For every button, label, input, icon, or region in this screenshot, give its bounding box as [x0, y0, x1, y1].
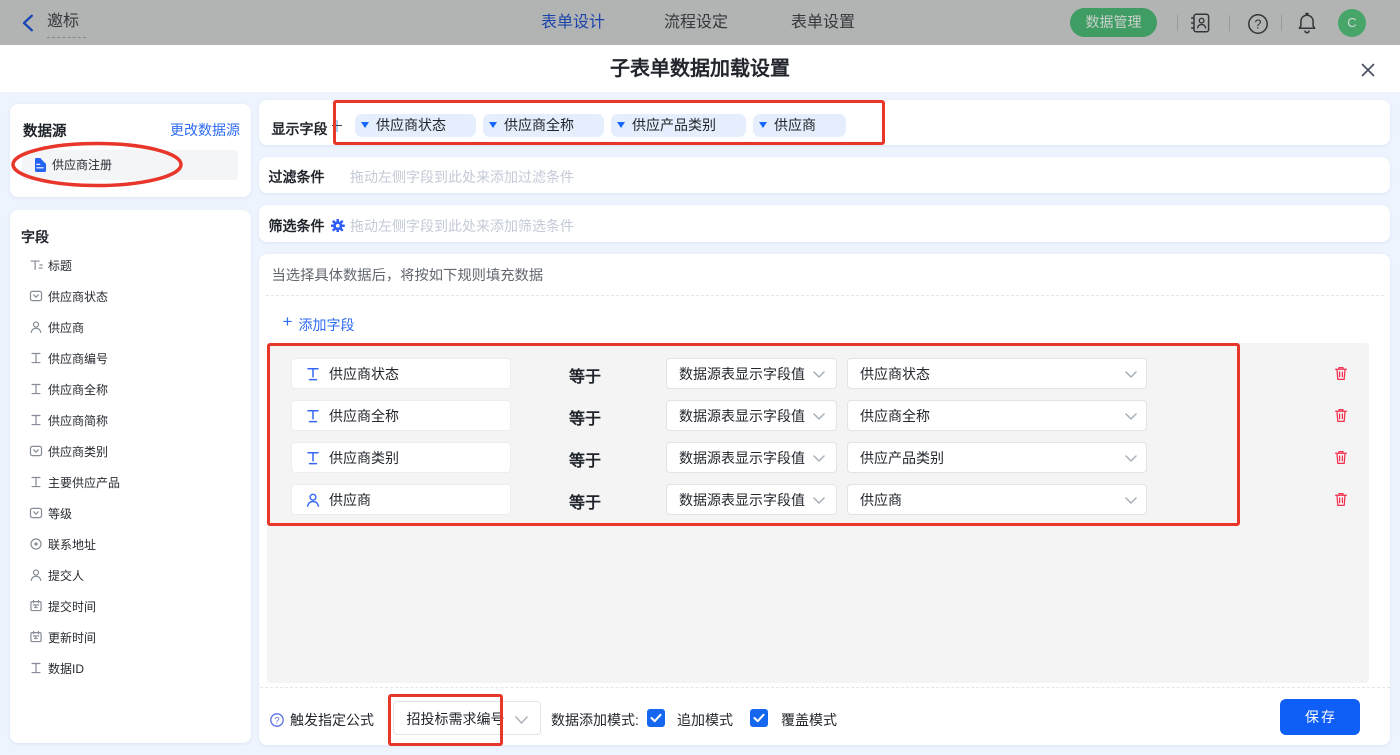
- svg-text:?: ?: [1255, 17, 1262, 31]
- svg-text:?: ?: [274, 715, 279, 726]
